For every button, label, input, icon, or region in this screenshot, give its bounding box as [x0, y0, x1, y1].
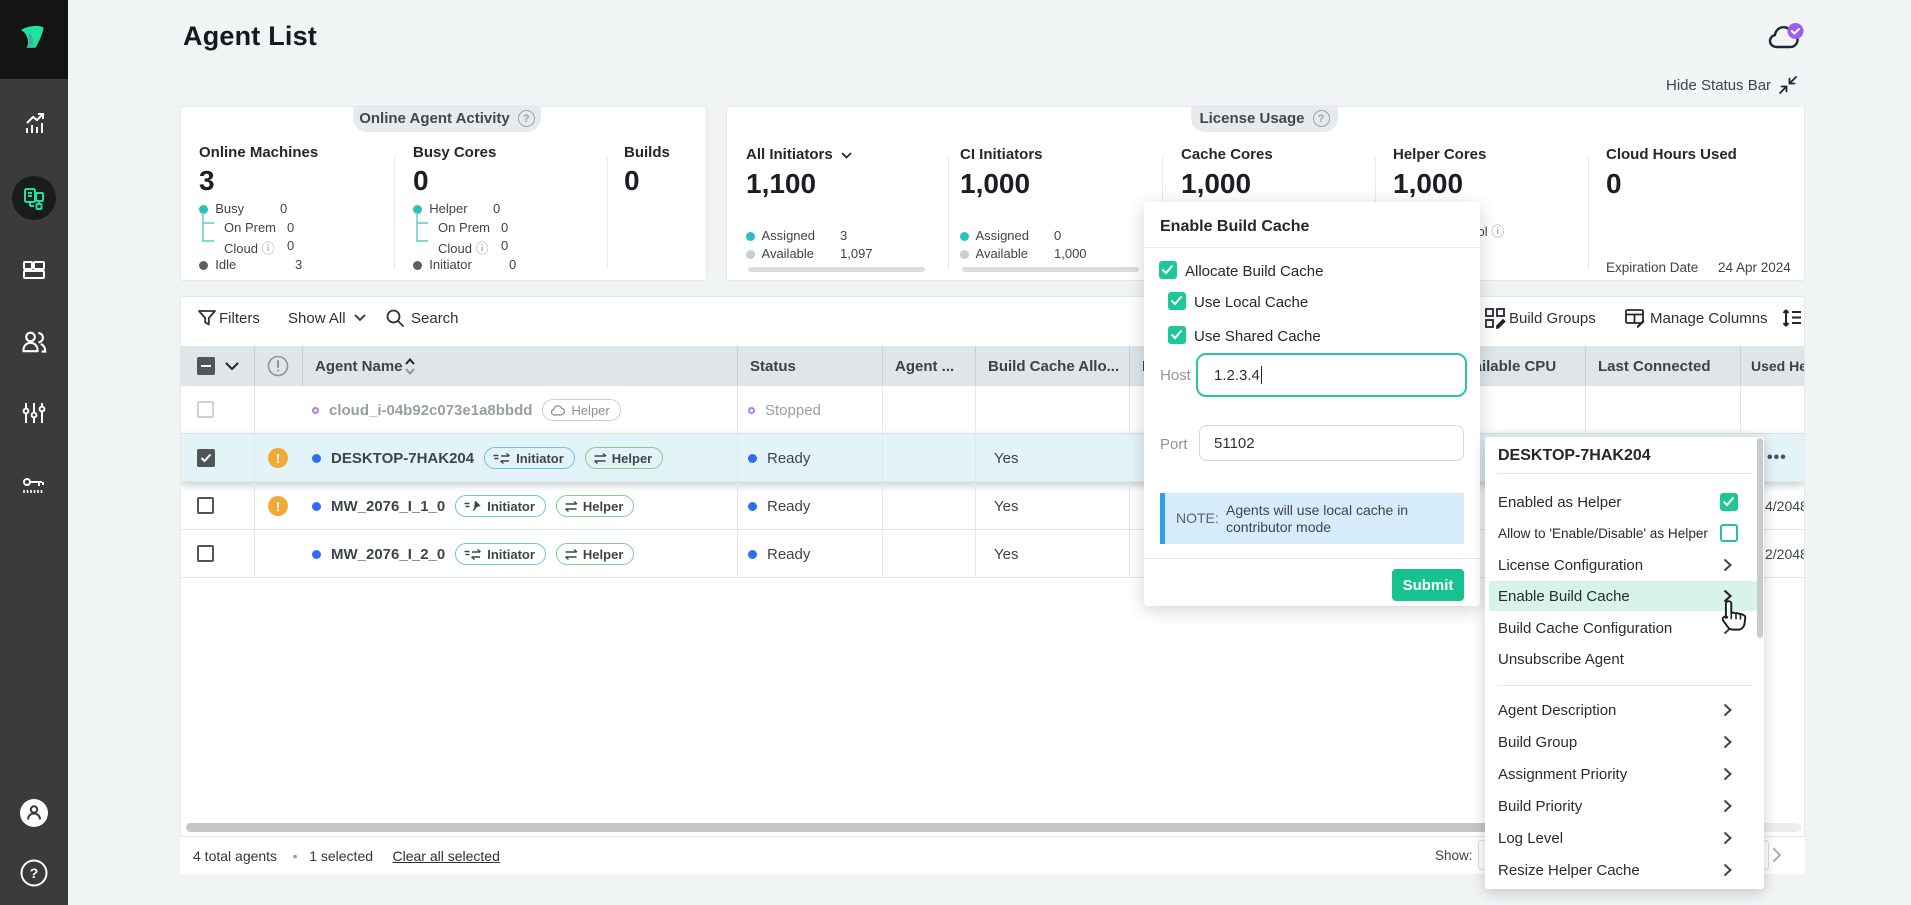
svg-text:?: ?	[30, 865, 39, 881]
